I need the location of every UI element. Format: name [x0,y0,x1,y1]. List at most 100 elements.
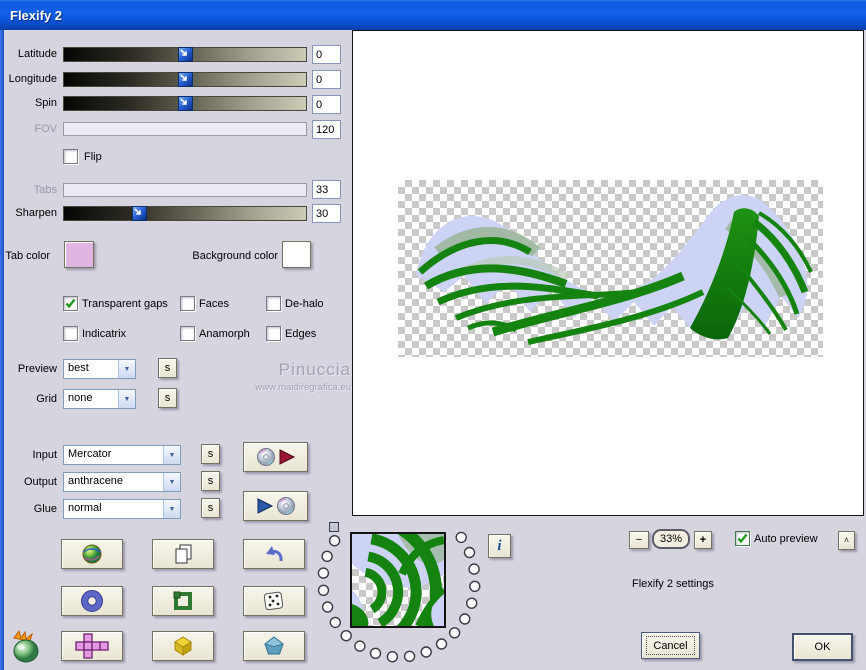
tab-color-label: Tab color [5,250,50,262]
glue-s-button[interactable]: s [201,498,220,518]
unfold-button[interactable] [61,631,123,661]
grid-combo[interactable]: none ▼ [63,389,136,409]
output-s-button[interactable]: s [201,471,220,491]
cancel-button[interactable]: Cancel [641,632,700,659]
ok-label: OK [814,641,831,653]
output-combo[interactable]: anthracene ▼ [63,472,181,492]
cancel-label: Cancel [646,636,695,655]
input-combo[interactable]: Mercator ▼ [63,445,181,465]
tabs-slider [63,183,307,197]
background-color-label: Background color [192,250,278,262]
globe-button[interactable] [61,539,123,569]
check-icon [65,298,76,309]
edges-checkbox[interactable] [266,326,281,341]
status-text: Flexify 2 settings [632,578,714,590]
spin-value-input[interactable] [312,95,341,114]
zoom-level: 33% [652,529,690,549]
slider-arrow-icon [180,74,187,81]
ring-button[interactable] [61,586,123,616]
flip-checkbox[interactable] [63,149,78,164]
pentagon-button[interactable] [243,631,305,661]
chevron-down-icon[interactable]: ▼ [163,500,180,518]
slider-arrow-icon [180,98,187,105]
collapse-button[interactable]: ^ [838,531,855,550]
play-cd-icon [257,497,295,515]
flexify-dialog: Flexify 2 Latitude Longitude Spin FOV Fl… [0,0,866,670]
ok-button[interactable]: OK [792,633,853,661]
zoom-out-button[interactable]: − [629,531,649,549]
spin-slider-thumb[interactable] [178,96,193,111]
green-frame-icon [173,591,192,610]
documents-icon [175,544,192,564]
undo-arrow-icon [266,546,283,562]
edges-label: Edges [285,328,317,340]
sharpen-slider[interactable] [63,206,307,221]
preview-image [398,180,823,357]
undo-button[interactable] [243,539,305,569]
glue-combo[interactable]: normal ▼ [63,499,181,519]
latitude-slider-thumb[interactable] [178,47,193,62]
watermark-name: Pinuccia [278,360,351,379]
watermark-url: www.maidiregrafica.eu [255,382,351,393]
chevron-down-icon[interactable]: ▼ [118,390,135,408]
frame-button[interactable] [152,586,214,616]
glue-combo-label: Glue [33,503,57,515]
faces-label: Faces [199,298,229,310]
transparent-gaps-label: Transparent gaps [82,298,168,310]
preview-combo[interactable]: best ▼ [63,359,136,379]
slider-arrow-icon [180,49,187,56]
auto-preview-label: Auto preview [754,533,818,545]
copy-button[interactable] [152,539,214,569]
spin-slider[interactable] [63,96,307,111]
auto-preview-checkbox[interactable] [735,531,750,546]
longitude-slider-thumb[interactable] [178,72,193,87]
slider-arrow-icon [134,208,141,215]
tab-color-swatch[interactable] [64,241,94,268]
faces-checkbox[interactable] [180,296,195,311]
sharpen-value-input[interactable] [312,204,341,223]
cd-play-icon [256,448,295,466]
longitude-value-input[interactable] [312,70,341,89]
globe-icon [82,544,102,564]
chevron-down-icon[interactable]: ▼ [163,446,180,464]
grid-combo-label: Grid [36,393,57,405]
de-halo-label: De-halo [285,298,324,310]
longitude-slider[interactable] [63,72,307,87]
sharpen-label: Sharpen [15,207,57,219]
fov-value-input[interactable] [312,120,341,139]
dice-icon [263,591,284,611]
transparent-gaps-checkbox[interactable] [63,296,78,311]
dial-handle-square[interactable] [329,522,339,532]
indicatrix-checkbox[interactable] [63,326,78,341]
indicatrix-label: Indicatrix [82,328,127,340]
chevron-down-icon[interactable]: ▼ [163,473,180,491]
load-settings-button[interactable] [243,442,308,472]
tabs-value-input[interactable] [312,180,341,199]
thumbnail-preview[interactable] [350,532,446,628]
chevron-down-icon[interactable]: ▼ [118,360,135,378]
info-button[interactable]: i [488,534,511,558]
output-combo-label: Output [23,476,57,488]
spin-label: Spin [34,97,57,109]
save-settings-button[interactable] [243,491,308,521]
latitude-value-input[interactable] [312,45,341,64]
torus-icon [81,590,103,612]
preview-combo-value: best [68,362,89,374]
latitude-slider[interactable] [63,47,307,62]
anamorph-label: Anamorph [199,328,250,340]
random-button[interactable] [243,586,305,616]
zoom-in-button[interactable]: + [694,531,712,549]
latitude-label: Latitude [17,48,57,60]
grid-s-button[interactable]: s [158,388,177,408]
sharpen-slider-thumb[interactable] [132,206,148,221]
background-color-swatch[interactable] [282,241,311,268]
title-bar[interactable]: Flexify 2 [0,0,866,30]
anamorph-checkbox[interactable] [180,326,195,341]
tabs-label: Tabs [33,184,57,196]
preview-canvas[interactable] [352,30,864,516]
box-button[interactable] [152,631,214,661]
input-s-button[interactable]: s [201,444,220,464]
de-halo-checkbox[interactable] [266,296,281,311]
preview-s-button[interactable]: s [158,358,177,378]
fov-slider [63,122,307,136]
